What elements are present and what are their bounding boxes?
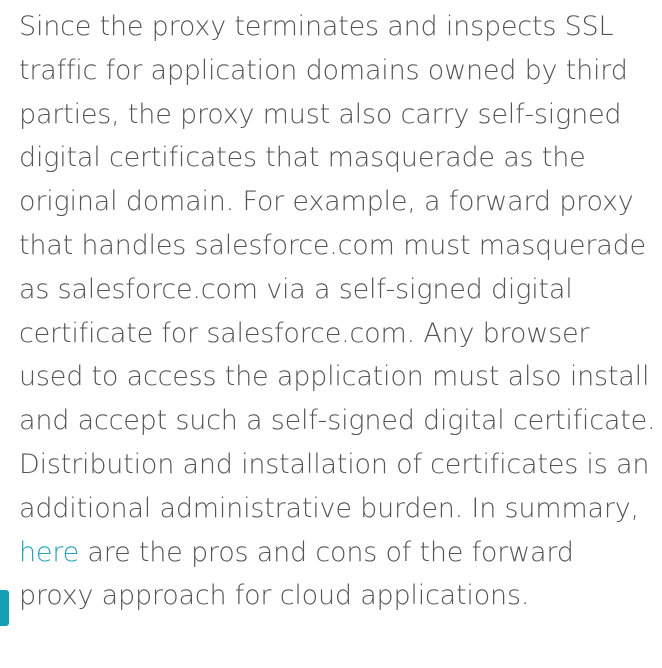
document-page: Since the proxy terminates and inspects …: [0, 0, 662, 668]
text-line-14: proxy approach for cloud applications.: [19, 580, 530, 612]
text-line-12: additional administrative burden. In sum…: [19, 492, 639, 524]
highlight-marker: [0, 590, 9, 626]
text-line-9: used to access the application must also…: [19, 361, 650, 393]
text-line-6: that handles salesforce.com must masquer…: [19, 229, 646, 261]
text-line-7: as salesforce.com via a self-signed digi…: [19, 273, 573, 305]
text-line-8: certificate for salesforce.com. Any brow…: [19, 317, 590, 349]
text-line-4: digital certificates that masquerade as …: [19, 142, 586, 174]
text-line-13: here are the pros and cons of the forwar…: [19, 531, 659, 575]
here-link[interactable]: here: [19, 537, 79, 568]
text-line-13-rest: are the pros and cons of the forward: [79, 536, 574, 568]
body-paragraph: Since the proxy terminates and inspects …: [19, 5, 659, 618]
text-line-11: Distribution and installation of certifi…: [19, 448, 650, 480]
text-line-3: parties, the proxy must also carry self-…: [19, 98, 622, 130]
text-line-10: and accept such a self-signed digital ce…: [19, 405, 656, 437]
text-line-5: original domain. For example, a forward …: [19, 186, 634, 218]
text-line-1: Since the proxy terminates and inspects …: [19, 11, 614, 42]
text-line-2: traffic for application domains owned by…: [19, 54, 628, 86]
